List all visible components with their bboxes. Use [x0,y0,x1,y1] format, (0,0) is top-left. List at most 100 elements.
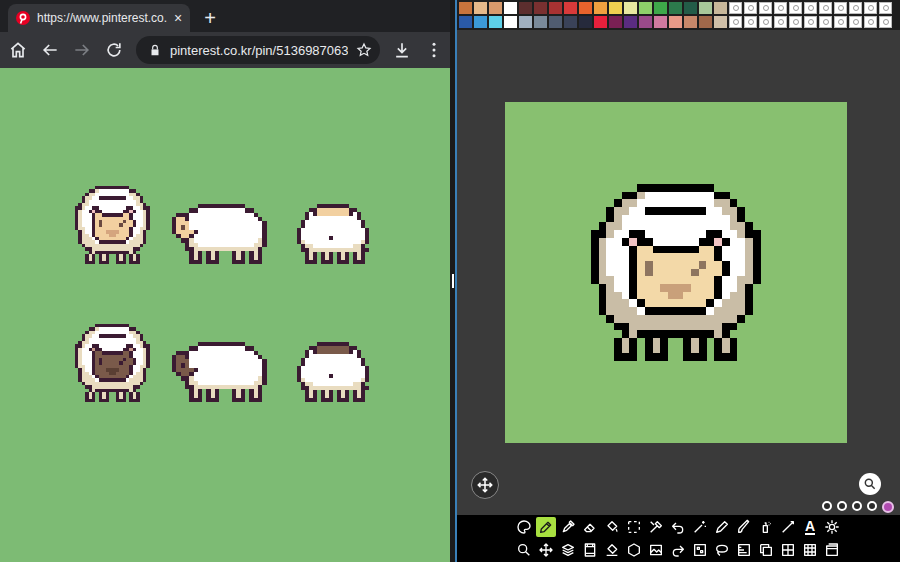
color-swatch[interactable] [459,2,472,14]
color-swatch[interactable] [594,16,607,28]
color-swatch[interactable] [474,16,487,28]
color-swatch[interactable] [459,16,472,28]
view-control-icon[interactable] [867,501,877,511]
color-swatch[interactable] [594,2,607,14]
color-swatch[interactable] [819,2,832,14]
color-swatch[interactable] [849,16,862,28]
color-swatch[interactable] [534,16,547,28]
color-swatch[interactable] [834,16,847,28]
color-swatch[interactable] [759,16,772,28]
color-swatch[interactable] [804,16,817,28]
tool-button[interactable] [646,517,666,537]
forward-icon[interactable] [72,40,92,60]
color-swatch[interactable] [744,16,757,28]
home-icon[interactable] [8,40,28,60]
tool-button[interactable] [690,517,710,537]
color-swatch[interactable] [519,16,532,28]
tool-button[interactable] [822,540,842,560]
color-swatch[interactable] [699,2,712,14]
color-swatch[interactable] [789,2,802,14]
menu-icon[interactable] [424,40,444,60]
tool-button[interactable] [778,517,798,537]
tool-button[interactable]: A [800,517,820,537]
color-swatch[interactable] [879,2,892,14]
color-swatch[interactable] [624,2,637,14]
color-swatch[interactable] [474,2,487,14]
color-swatch[interactable] [639,2,652,14]
color-swatch[interactable] [879,16,892,28]
color-swatch[interactable] [774,2,787,14]
tool-button[interactable] [580,540,600,560]
color-swatch[interactable] [669,16,682,28]
tool-button[interactable] [734,540,754,560]
view-control-icon[interactable] [837,501,847,511]
tool-button[interactable] [690,540,710,560]
color-swatch[interactable] [654,16,667,28]
new-tab-button[interactable]: + [200,4,220,32]
color-swatch[interactable] [729,16,742,28]
color-swatch[interactable] [789,16,802,28]
tool-button[interactable] [580,517,600,537]
color-swatch[interactable] [819,16,832,28]
color-swatch[interactable] [834,2,847,14]
tool-button[interactable] [646,540,666,560]
browser-tab[interactable]: https://www.pinterest.co.× [8,4,190,32]
color-swatch[interactable] [849,2,862,14]
tool-button[interactable] [712,540,732,560]
color-swatch[interactable] [729,2,742,14]
color-swatch[interactable] [549,2,562,14]
color-swatch[interactable] [609,16,622,28]
tool-button[interactable] [822,517,842,537]
tool-button[interactable] [778,540,798,560]
color-swatch[interactable] [684,16,697,28]
color-swatch[interactable] [519,2,532,14]
color-swatch[interactable] [564,16,577,28]
color-swatch[interactable] [699,16,712,28]
tool-button[interactable] [668,517,688,537]
drawing-canvas[interactable] [505,102,847,443]
color-swatch[interactable] [504,2,517,14]
view-control-icon[interactable] [822,501,832,511]
color-swatch[interactable] [864,2,877,14]
color-swatch[interactable] [744,2,757,14]
tab-close-button[interactable]: × [174,11,182,25]
color-swatch[interactable] [684,2,697,14]
tool-button[interactable] [602,540,622,560]
tool-button[interactable] [558,517,578,537]
download-icon[interactable] [392,40,412,60]
split-divider[interactable] [450,0,457,562]
tool-button[interactable] [624,517,644,537]
tool-button[interactable] [712,517,732,537]
tool-button[interactable] [602,517,622,537]
color-swatch[interactable] [504,16,517,28]
back-icon[interactable] [40,40,60,60]
tool-button[interactable] [536,517,556,537]
color-swatch[interactable] [534,2,547,14]
color-swatch[interactable] [654,2,667,14]
color-swatch[interactable] [579,2,592,14]
color-swatch[interactable] [489,2,502,14]
tool-button[interactable] [536,540,556,560]
color-swatch[interactable] [624,16,637,28]
tool-button[interactable] [514,517,534,537]
pin-image[interactable] [0,68,450,562]
divider-handle[interactable] [452,274,454,288]
color-swatch[interactable] [579,16,592,28]
view-control-icon[interactable] [852,501,862,511]
tool-button[interactable] [756,517,776,537]
tool-button[interactable] [514,540,534,560]
tool-button[interactable] [558,540,578,560]
color-swatch[interactable] [759,2,772,14]
color-swatch[interactable] [774,16,787,28]
menu-control-icon[interactable] [882,501,894,513]
zoom-button[interactable] [859,473,881,495]
color-swatch[interactable] [489,16,502,28]
color-swatch[interactable] [609,2,622,14]
color-swatch[interactable] [564,2,577,14]
tool-button[interactable] [800,540,820,560]
color-swatch[interactable] [549,16,562,28]
color-swatch[interactable] [804,2,817,14]
tool-button[interactable] [734,517,754,537]
star-icon[interactable] [356,42,372,58]
color-swatch[interactable] [864,16,877,28]
